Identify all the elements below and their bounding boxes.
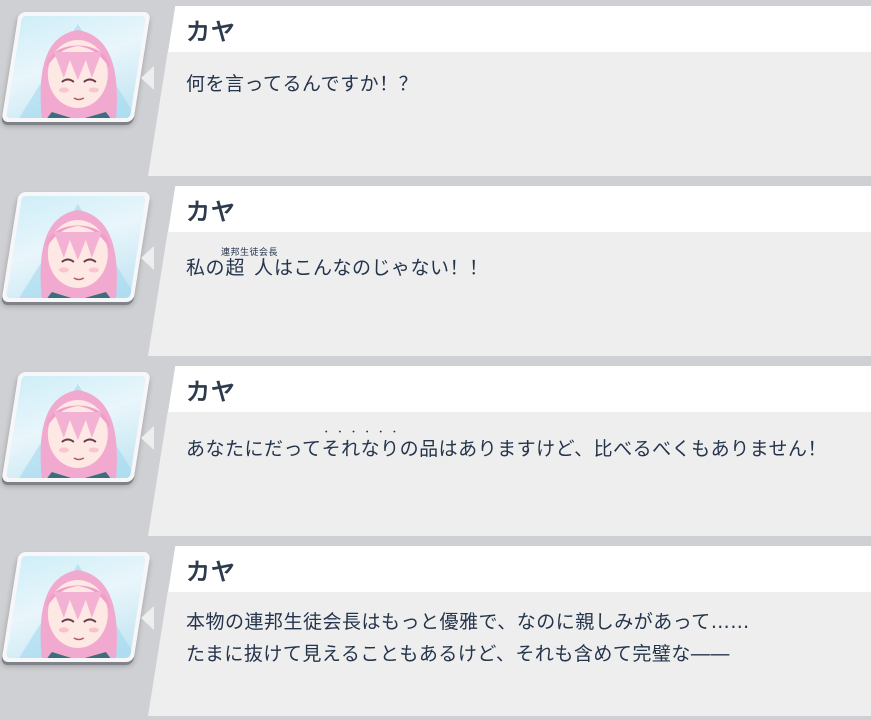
dialogue-text-before: あなたにだって (186, 438, 322, 460)
bubble-pointer (141, 426, 154, 450)
name-plate (168, 186, 871, 232)
dialogue-line: 何を言ってるんですか！？ (186, 73, 419, 95)
name-plate (168, 6, 871, 52)
dialogue-text-after: の品はありますけど、比べるべくもありません！ (399, 438, 828, 460)
character-face-icon (17, 384, 138, 478)
log-entry: カヤ 私の超人連邦生徒会長はこんなのじゃない！！ (0, 180, 871, 360)
bubble-pointer (141, 246, 154, 270)
emphasis-word: それなり・ ・ ・ ・ ・ ・ (321, 428, 400, 460)
log-entry: カヤ あなたにだってそれなり・ ・ ・ ・ ・ ・の品はありますけど、比べるべく… (0, 360, 871, 540)
ruby-annotation: 連邦生徒会長 (221, 248, 279, 258)
name-plate (168, 366, 871, 412)
dialogue-line: たまに抜けて見えることもあるけど、それも含めて完璧な―― (186, 643, 730, 665)
character-portrait[interactable] (1, 192, 151, 302)
speaker-name: カヤ (186, 198, 236, 226)
dialogue-line: 本物の連邦生徒会長はもっと優雅で、なのに親しみがあって…… (186, 611, 750, 633)
dialogue-text-after: はこんなのじゃない！！ (274, 257, 489, 279)
speaker-name: カヤ (186, 378, 236, 406)
bubble-pointer (141, 606, 154, 630)
log-entry: カヤ 本物の連邦生徒会長はもっと優雅で、なのに親しみがあって…… たまに抜けて見… (0, 540, 871, 720)
dialogue-text: 本物の連邦生徒会長はもっと優雅で、なのに親しみがあって…… たまに抜けて見えるこ… (186, 606, 750, 670)
dialogue-text: あなたにだってそれなり・ ・ ・ ・ ・ ・の品はありますけど、比べるべくもあり… (186, 428, 827, 465)
ruby-base: 超人 (221, 257, 279, 279)
character-face-icon (17, 564, 138, 658)
speaker-name: カヤ (186, 558, 236, 586)
emphasis-dots: ・ ・ ・ ・ ・ ・ (321, 428, 400, 438)
name-plate (168, 546, 871, 592)
character-portrait[interactable] (1, 552, 151, 662)
dialogue-text: 何を言ってるんですか！？ (186, 68, 418, 100)
bubble-pointer (141, 66, 154, 90)
character-portrait[interactable] (1, 12, 151, 122)
ruby-word: 超人連邦生徒会長 (221, 248, 278, 279)
character-face-icon (17, 24, 138, 118)
speaker-name: カヤ (186, 18, 236, 46)
ruby-base: それなり (321, 438, 400, 460)
log-entry: カヤ 何を言ってるんですか！？ (0, 0, 871, 180)
character-portrait[interactable] (1, 372, 151, 482)
dialogue-text: 私の超人連邦生徒会長はこんなのじゃない！！ (186, 248, 489, 284)
dialogue-text-before: 私の (186, 257, 226, 279)
character-face-icon (17, 204, 138, 298)
